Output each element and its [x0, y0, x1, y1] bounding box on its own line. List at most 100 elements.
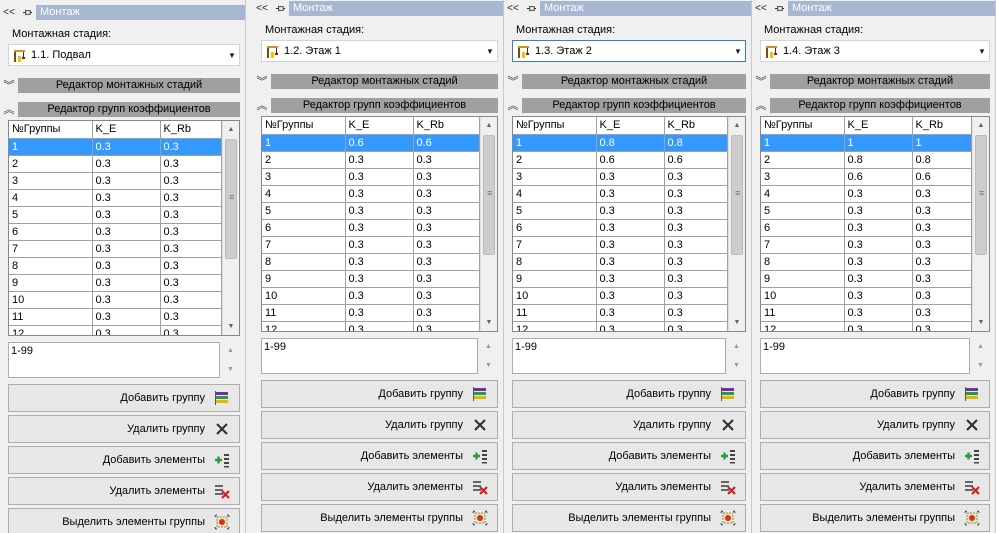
- table-row[interactable]: 11 0.3 0.3: [9, 308, 222, 326]
- k-e-cell[interactable]: 0.6: [345, 134, 414, 152]
- group-number-cell[interactable]: 4: [262, 185, 346, 203]
- section-group-editor[interactable]: ︽ Редактор групп коэффициентов: [752, 96, 990, 114]
- k-rb-cell[interactable]: 0.3: [912, 236, 972, 254]
- column-header-k-rb[interactable]: K_Rb: [664, 117, 728, 135]
- k-e-cell[interactable]: 0.3: [92, 172, 161, 190]
- k-rb-cell[interactable]: 0.3: [413, 151, 480, 169]
- select-group-elements-button[interactable]: Выделить элементы группы: [512, 504, 746, 532]
- range-scrollbar[interactable]: ▲ ▼: [972, 338, 989, 374]
- k-e-cell[interactable]: 0.3: [844, 236, 913, 254]
- group-number-cell[interactable]: 11: [9, 308, 93, 326]
- group-number-cell[interactable]: 11: [761, 304, 845, 322]
- collapse-up-icon[interactable]: ︽: [253, 97, 271, 113]
- column-header-k-e[interactable]: K_E: [345, 117, 414, 135]
- add-group-button[interactable]: Добавить группу: [8, 384, 240, 412]
- k-rb-cell[interactable]: 0.3: [413, 236, 480, 254]
- collapse-arrows-icon[interactable]: <<: [0, 4, 18, 21]
- k-rb-cell[interactable]: 0.3: [664, 236, 728, 254]
- k-rb-cell[interactable]: 0.3: [912, 304, 972, 322]
- table-row[interactable]: 4 0.3 0.3: [9, 189, 222, 207]
- group-number-cell[interactable]: 6: [262, 219, 346, 237]
- scroll-up-icon[interactable]: ▲: [973, 117, 989, 134]
- k-rb-cell[interactable]: 0.3: [664, 202, 728, 220]
- coefficients-table[interactable]: №Группы K_E K_Rb 1 0.3 0.3 2 0.3 0.3 3 0…: [8, 120, 240, 336]
- table-row[interactable]: 8 0.3 0.3: [262, 253, 480, 271]
- k-rb-cell[interactable]: 0.3: [664, 321, 728, 331]
- remove-elements-button[interactable]: Удалить элементы: [261, 473, 498, 501]
- table-row[interactable]: 2 0.3 0.3: [262, 151, 480, 169]
- k-e-cell[interactable]: 0.3: [844, 304, 913, 322]
- k-e-cell[interactable]: 0.3: [844, 185, 913, 203]
- chevron-down-icon[interactable]: ▼: [483, 47, 497, 56]
- k-rb-cell[interactable]: 0.3: [160, 206, 222, 224]
- table-row[interactable]: 7 0.3 0.3: [761, 236, 972, 254]
- section-group-editor[interactable]: ︽ Редактор групп коэффициентов: [0, 100, 240, 118]
- scroll-up-icon[interactable]: ▲: [222, 342, 239, 359]
- table-row[interactable]: 12 0.3 0.3: [761, 321, 972, 331]
- add-group-button[interactable]: Добавить группу: [760, 380, 990, 408]
- group-number-cell[interactable]: 9: [262, 270, 346, 288]
- group-number-cell[interactable]: 10: [761, 287, 845, 305]
- k-e-cell[interactable]: 0.3: [844, 253, 913, 271]
- group-number-cell[interactable]: 5: [513, 202, 597, 220]
- k-e-cell[interactable]: 0.3: [92, 274, 161, 292]
- remove-group-button[interactable]: Удалить группу: [760, 411, 990, 439]
- scrollbar-thumb[interactable]: ≡: [225, 139, 237, 259]
- k-rb-cell[interactable]: 0.3: [664, 168, 728, 186]
- add-elements-button[interactable]: Добавить элементы: [261, 442, 498, 470]
- table-scrollbar[interactable]: ▲ ≡ ▼: [480, 117, 497, 331]
- k-e-cell[interactable]: 0.3: [596, 236, 665, 254]
- k-e-cell[interactable]: 0.8: [844, 151, 913, 169]
- group-number-cell[interactable]: 2: [513, 151, 597, 169]
- k-e-cell[interactable]: 0.3: [844, 219, 913, 237]
- group-number-cell[interactable]: 6: [761, 219, 845, 237]
- remove-group-button[interactable]: Удалить группу: [8, 415, 240, 443]
- column-header-group[interactable]: №Группы: [513, 117, 597, 135]
- k-rb-cell[interactable]: 0.3: [912, 219, 972, 237]
- range-scrollbar[interactable]: ▲ ▼: [480, 338, 497, 374]
- coefficients-table[interactable]: №Группы K_E K_Rb 1 0.6 0.6 2 0.3 0.3 3 0…: [261, 116, 498, 332]
- remove-group-button[interactable]: Удалить группу: [512, 411, 746, 439]
- table-row[interactable]: 4 0.3 0.3: [513, 185, 728, 203]
- group-number-cell[interactable]: 4: [9, 189, 93, 207]
- table-row[interactable]: 5 0.3 0.3: [9, 206, 222, 224]
- k-e-cell[interactable]: 0.8: [596, 134, 665, 152]
- k-e-cell[interactable]: 0.3: [345, 168, 414, 186]
- group-range-input[interactable]: 1-99: [261, 338, 478, 374]
- k-e-cell[interactable]: 0.3: [345, 253, 414, 271]
- k-rb-cell[interactable]: 0.3: [160, 223, 222, 241]
- table-row[interactable]: 10 0.3 0.3: [513, 287, 728, 305]
- remove-elements-button[interactable]: Удалить элементы: [8, 477, 240, 505]
- group-number-cell[interactable]: 5: [761, 202, 845, 220]
- k-e-cell[interactable]: 0.3: [92, 223, 161, 241]
- group-number-cell[interactable]: 3: [513, 168, 597, 186]
- remove-group-button[interactable]: Удалить группу: [261, 411, 498, 439]
- group-number-cell[interactable]: 3: [262, 168, 346, 186]
- scroll-up-icon[interactable]: ▲: [223, 121, 239, 138]
- scrollbar-thumb[interactable]: ≡: [483, 135, 495, 255]
- expand-down-icon[interactable]: ︾: [752, 73, 770, 89]
- k-rb-cell[interactable]: 1: [912, 134, 972, 152]
- k-rb-cell[interactable]: 0.3: [664, 287, 728, 305]
- group-number-cell[interactable]: 1: [513, 134, 597, 152]
- table-row[interactable]: 5 0.3 0.3: [761, 202, 972, 220]
- table-row[interactable]: 3 0.3 0.3: [513, 168, 728, 186]
- add-elements-button[interactable]: Добавить элементы: [512, 442, 746, 470]
- table-row[interactable]: 6 0.3 0.3: [9, 223, 222, 241]
- section-stage-editor[interactable]: ︾ Редактор монтажных стадий: [0, 76, 240, 94]
- pin-icon[interactable]: [18, 4, 36, 21]
- k-e-cell[interactable]: 1: [844, 134, 913, 152]
- k-rb-cell[interactable]: 0.3: [413, 321, 480, 331]
- table-row[interactable]: 12 0.3 0.3: [513, 321, 728, 331]
- k-e-cell[interactable]: 0.3: [345, 321, 414, 331]
- k-e-cell[interactable]: 0.3: [596, 185, 665, 203]
- k-rb-cell[interactable]: 0.6: [912, 168, 972, 186]
- group-number-cell[interactable]: 10: [513, 287, 597, 305]
- table-scrollbar[interactable]: ▲ ≡ ▼: [222, 121, 239, 335]
- pin-icon[interactable]: [522, 0, 540, 17]
- k-rb-cell[interactable]: 0.3: [664, 185, 728, 203]
- k-e-cell[interactable]: 0.3: [92, 308, 161, 326]
- table-row[interactable]: 10 0.3 0.3: [761, 287, 972, 305]
- k-e-cell[interactable]: 0.3: [596, 321, 665, 331]
- k-e-cell[interactable]: 0.3: [345, 151, 414, 169]
